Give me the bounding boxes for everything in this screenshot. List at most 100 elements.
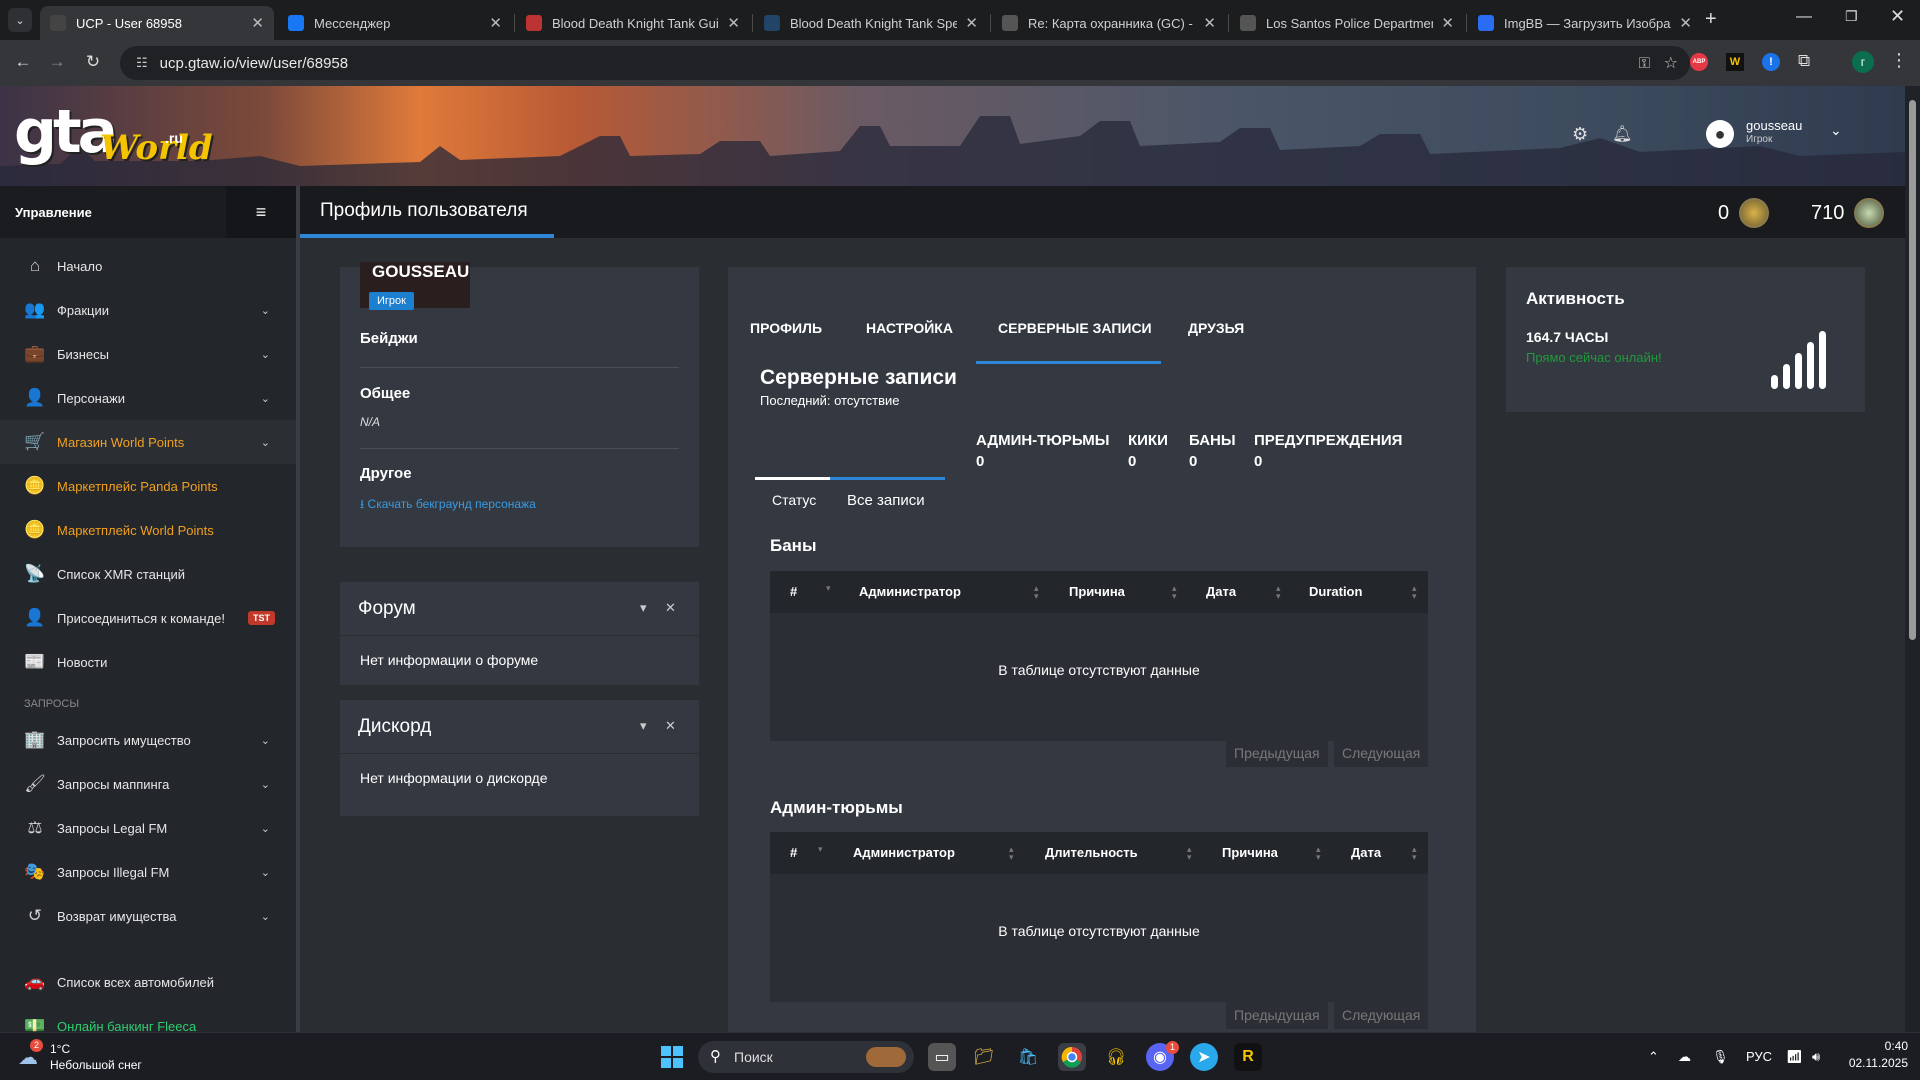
store-icon[interactable]: 🛍︎ [1014,1043,1042,1071]
password-key-icon[interactable]: ⚿ [1639,55,1650,72]
tab-list-button[interactable]: ⌄ [8,8,32,32]
sidebar-item[interactable]: ↺ Возврат имущества ⌄ [0,894,296,938]
adblock-extension-icon[interactable]: ABP [1690,53,1708,71]
sort-arrows-icon[interactable]: ▴ ▾ [1412,584,1417,601]
jails-next-button[interactable]: Следующая [1334,1001,1429,1029]
tab-settings[interactable]: НАСТРОЙКА [866,320,953,336]
sort-arrows-icon[interactable]: ▴ ▾ [1172,584,1177,601]
tab-close-icon[interactable]: ✕ [965,14,978,32]
new-tab-button[interactable]: + [1705,8,1717,31]
scrollbar-thumb[interactable] [1909,100,1916,640]
weather-widget[interactable]: ☁ 2 1°C Небольшой снег [18,1039,158,1075]
download-background-link[interactable]: ⭳ Скачать бекграунд персонажа [360,495,536,516]
notification-bell-icon[interactable]: 🔔︎ [1612,124,1632,144]
language-indicator[interactable]: РУС [1746,1049,1772,1064]
user-menu[interactable]: ● gousseau Игрок ⌄ [1704,114,1842,158]
profile-avatar[interactable]: г [1852,51,1874,73]
maximize-button[interactable]: ❐ [1845,8,1858,25]
hamburger-menu-icon[interactable]: ≡ [226,186,296,238]
telegram-icon[interactable]: ➤ [1190,1043,1218,1071]
sidebar-item[interactable]: 💵 Онлайн банкинг Fleeca [0,1004,296,1032]
w-extension-icon[interactable]: W [1726,53,1744,71]
rage-mp-icon[interactable]: R [1234,1043,1262,1071]
column-header[interactable]: # [790,584,797,599]
tab-close-icon[interactable]: ✕ [727,14,740,32]
sort-arrows-icon[interactable]: ▴ ▾ [1187,845,1192,862]
sidebar-item[interactable]: ⚖ Запросы Legal FM ⌄ [0,806,296,850]
file-explorer-icon[interactable]: 📁︎ [970,1043,998,1071]
page-scrollbar[interactable] [1905,86,1920,1032]
tab-close-icon[interactable]: ✕ [251,14,264,32]
close-window-button[interactable]: ✕ [1890,6,1905,27]
jails-prev-button[interactable]: Предыдущая [1226,1001,1328,1029]
sidebar-item[interactable]: 🎭 Запросы Illegal FM ⌄ [0,850,296,894]
forward-icon[interactable]: → [46,52,68,72]
browser-tab[interactable]: Los Santos Police Department ✕ [1230,6,1464,40]
browser-tab[interactable]: Blood Death Knight Tank Spell ✕ [754,6,988,40]
column-header[interactable]: Дата [1351,845,1381,860]
sidebar-item[interactable]: 🪙 Маркетплейс Panda Points [0,464,296,508]
sidebar-item[interactable]: 👥 Фракции ⌄ [0,288,296,332]
subtab-all-records[interactable]: Все записи [847,492,925,509]
sidebar-item[interactable]: 👤 Присоединиться к команде! TST [0,596,296,640]
sort-arrows-icon[interactable]: ▴ ▾ [1412,845,1417,862]
column-header[interactable]: Администратор [859,584,961,599]
sidebar-item[interactable]: 🪙 Маркетплейс World Points [0,508,296,552]
sidebar-item[interactable]: 👤 Персонажи ⌄ [0,376,296,420]
clock[interactable]: 0:40 02.11.2025 [1838,1039,1908,1070]
tab-profile[interactable]: ПРОФИЛЬ [750,320,822,336]
tab-close-icon[interactable]: ✕ [489,14,502,32]
site-info-icon[interactable]: ☷ [136,55,148,71]
tray-cloud-icon[interactable]: ☁ [1678,1049,1691,1065]
browser-menu-icon[interactable]: ⋮ [1890,50,1908,71]
bans-next-button[interactable]: Следующая [1334,739,1429,767]
close-icon[interactable]: ✕ [665,718,676,734]
sidebar-item[interactable]: 🏢 Запросить имущество ⌄ [0,718,296,762]
browser-tab[interactable]: ImgBB — Загрузить Изображе ✕ [1468,6,1702,40]
column-header[interactable]: Администратор [853,845,955,860]
browser-tab[interactable]: Blood Death Knight Tank Guide ✕ [516,6,750,40]
column-header[interactable]: Длительность [1045,845,1138,860]
minimize-button[interactable]: — [1796,8,1812,26]
tab-friends[interactable]: ДРУЗЬЯ [1188,320,1244,336]
sort-arrows-icon[interactable]: ▴ ▾ [1009,845,1014,862]
sort-arrows-icon[interactable]: ▾ [826,584,831,593]
microphone-icon[interactable]: 🎙︎ [1712,1049,1729,1065]
back-icon[interactable]: ← [12,52,34,72]
tab-close-icon[interactable]: ✕ [1679,14,1692,32]
tab-close-icon[interactable]: ✕ [1203,14,1216,32]
column-header[interactable]: Причина [1222,845,1278,860]
close-icon[interactable]: ✕ [665,600,676,616]
column-header[interactable]: Причина [1069,584,1125,599]
sidebar-item[interactable]: 🚗 Список всех автомобилей [0,960,296,1004]
column-header[interactable]: Дата [1206,584,1236,599]
tab-server-records[interactable]: СЕРВЕРНЫЕ ЗАПИСИ [998,320,1152,336]
taskbar-search[interactable]: ⚲ Поиск [698,1041,914,1073]
browser-tab[interactable]: Мессенджер ✕ [278,6,512,40]
column-header[interactable]: # [790,845,797,860]
start-windows-icon[interactable] [658,1043,686,1071]
sort-arrows-icon[interactable]: ▴ ▾ [1034,584,1039,601]
tab-close-icon[interactable]: ✕ [1441,14,1454,32]
reload-icon[interactable]: ↻ [82,52,104,72]
sidebar-item[interactable]: 📰 Новости [0,640,296,684]
sidebar-item[interactable]: ⌂ Начало [0,244,296,288]
settings-gear-icon[interactable]: ⚙ [1572,124,1588,145]
wifi-icon[interactable]: 📶︎ [1786,1049,1803,1065]
headset-app-icon[interactable]: 🎧︎ [1102,1043,1130,1071]
sidebar-item[interactable]: 📡 Список XMR станций [0,552,296,596]
bans-prev-button[interactable]: Предыдущая [1226,739,1328,767]
browser-tab[interactable]: Re: Карта охранника (GC) - Los ✕ [992,6,1226,40]
browser-tab[interactable]: UCP - User 68958 ✕ [40,6,274,40]
tray-overflow-icon[interactable]: ⌃ [1648,1049,1659,1065]
collapse-caret-icon[interactable]: ▾ [640,600,647,616]
sidebar-item[interactable]: 💼 Бизнесы ⌄ [0,332,296,376]
subtab-status[interactable]: Статус [772,492,816,508]
extensions-puzzle-icon[interactable]: ⧉ [1798,51,1810,71]
sort-arrows-icon[interactable]: ▴ ▾ [1276,584,1281,601]
task-view-icon[interactable]: ▭ [928,1043,956,1071]
sort-arrows-icon[interactable]: ▴ ▾ [1316,845,1321,862]
chrome-icon[interactable] [1058,1043,1086,1071]
sidebar-item[interactable]: 🛒 Магазин World Points ⌄ [0,420,296,464]
onepassword-extension-icon[interactable]: ! [1762,53,1780,71]
